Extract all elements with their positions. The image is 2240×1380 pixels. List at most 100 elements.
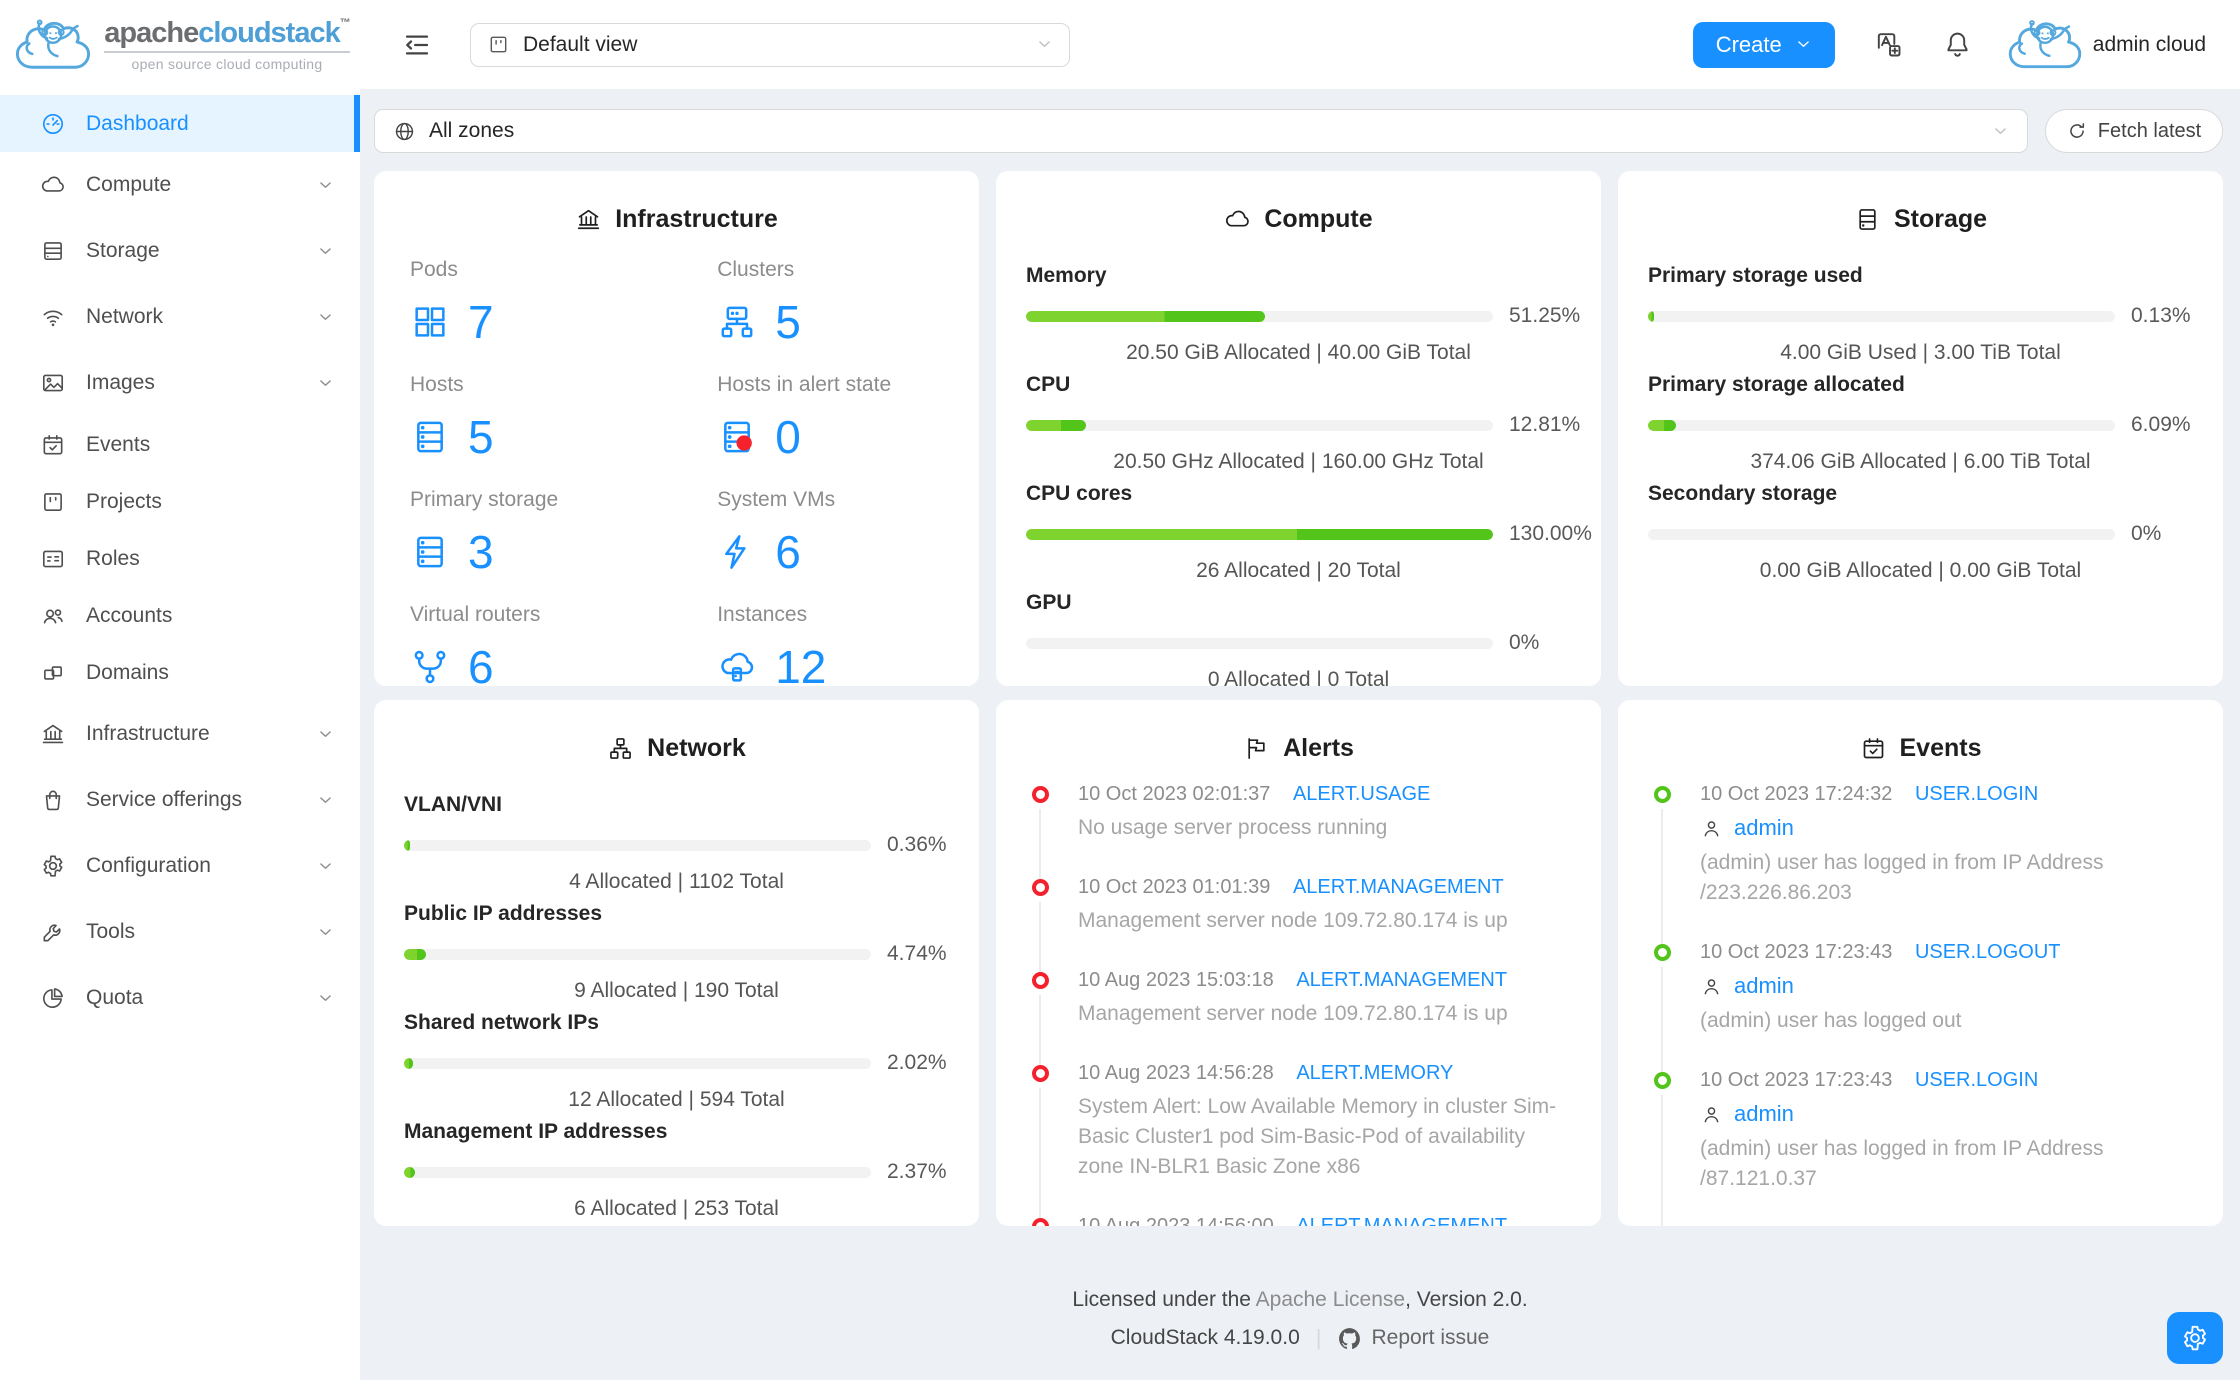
chevron-down-icon [317,858,334,875]
stat-system-vms: System VMs 6 [717,488,949,579]
sidebar-item-roles[interactable]: Roles [0,530,360,587]
metric-label: Primary storage allocated [1648,373,1905,396]
sidebar-item-icon [40,603,66,629]
chevron-down-icon [1795,36,1812,53]
notifications-bell-icon[interactable] [1942,29,1973,60]
fetch-latest-button[interactable]: Fetch latest [2045,109,2223,153]
progress-fill [404,1057,414,1069]
sidebar-item-accounts[interactable]: Accounts [0,587,360,644]
progress-track [1026,528,1493,540]
timeline-dot [1654,786,1671,803]
infrastructure-stats: Pods 7 Clusters 5 Hosts 5 Hosts in alert… [404,254,949,686]
cloudstack-logo[interactable]: apachecloudstack™ open source cloud comp… [0,0,360,89]
progress-track [1648,528,2115,540]
alert-time: 10 Aug 2023 15:03:18 [1078,969,1274,991]
event-time: 10 Oct 2023 17:23:43 [1700,1069,1893,1091]
sidebar-item-infrastructure[interactable]: Infrastructure [0,701,360,767]
sidebar-item-label: Tools [86,920,136,943]
zone-select[interactable]: All zones [374,109,2028,153]
metric-label: Secondary storage [1648,482,1838,505]
alert-time: 10 Aug 2023 14:56:28 [1078,1062,1274,1084]
sidebar-item-icon [40,489,66,515]
divider: | [1315,1325,1322,1350]
license-prefix: Licensed under the [1072,1288,1256,1311]
card-title-text: Compute [1264,205,1373,233]
progress-percent: 0.36% [887,833,947,856]
apache-license-link[interactable]: Apache License [1256,1288,1405,1311]
alert-type-link[interactable]: ALERT.MANAGEMENT [1293,876,1504,898]
sidebar-item-projects[interactable]: Projects [0,473,360,530]
stat-value-row[interactable]: 0 [717,410,949,464]
event-user-link[interactable]: admin [1734,973,1794,999]
stat-value-row[interactable]: 12 [717,640,949,686]
sidebar-item-storage[interactable]: Storage [0,218,360,284]
sidebar-item-configuration[interactable]: Configuration [0,833,360,899]
alert-type-link[interactable]: ALERT.MEMORY [1296,1062,1453,1084]
stat-value-row[interactable]: 3 [410,525,717,579]
stat-icon [717,302,757,342]
sidebar-item-events[interactable]: Events [0,416,360,473]
event-type-link[interactable]: USER.LOGOUT [1915,941,2061,963]
metric-shared-network-ips: Shared network IPs 2.02% 12 Allocated | … [404,1011,949,1112]
chevron-down-icon [317,726,334,743]
sidebar-item-quota[interactable]: Quota [0,965,360,1031]
top-bar: Default view Create admin cloud [360,0,2240,89]
translate-icon[interactable] [1873,29,1904,60]
stat-value-row[interactable]: 5 [717,295,949,349]
alert-item: 10 Aug 2023 14:56:00 ALERT.MANAGEMENT [1032,1215,1571,1226]
event-type-link[interactable]: USER.LOGIN [1915,783,2038,805]
sidebar-item-domains[interactable]: Domains [0,644,360,701]
progress-percent: 0% [1509,631,1540,654]
progress-percent: 6.09% [2131,413,2191,436]
stat-value-row[interactable]: 6 [717,525,949,579]
event-user-link[interactable]: admin [1734,1101,1794,1127]
timeline-dot [1032,1065,1049,1082]
sidebar-item-label: Service offerings [86,788,243,811]
wordmark-apache: apache [104,17,199,49]
card-title-text: Events [1899,734,1982,762]
metric-label: GPU [1026,591,1072,614]
storage-card-title: Storage [1648,205,2193,234]
sidebar-item-label: Projects [86,489,162,513]
event-user-link[interactable]: admin [1734,815,1794,841]
settings-fab[interactable] [2167,1312,2223,1364]
alert-type-link[interactable]: ALERT.MANAGEMENT [1296,1215,1507,1226]
stat-value-row[interactable]: 5 [410,410,717,464]
sidebar-item-dashboard[interactable]: Dashboard [0,95,360,152]
network-card: Network VLAN/VNI 0.36% 4 Allocated | 110… [374,700,979,1226]
metric-vlan-vni: VLAN/VNI 0.36% 4 Allocated | 1102 Total [404,793,949,894]
fetch-latest-label: Fetch latest [2097,119,2202,142]
license-line: Licensed under the Apache License, Versi… [360,1288,2240,1312]
menu-fold-icon[interactable] [402,30,432,60]
alert-type-link[interactable]: ALERT.MANAGEMENT [1296,969,1507,991]
progress-percent: 4.74% [887,942,947,965]
create-button[interactable]: Create [1692,21,1835,68]
progress-percent: 0.13% [2131,304,2191,327]
zone-bar: All zones Fetch latest [374,109,2223,153]
sidebar-item-tools[interactable]: Tools [0,899,360,965]
stat-value: 5 [775,296,801,348]
user-name[interactable]: admin cloud [2093,33,2206,57]
flag-icon [1243,735,1270,762]
user-avatar[interactable] [2003,14,2087,76]
event-type-link[interactable]: USER.LOGIN [1915,1069,2038,1091]
sidebar-item-network[interactable]: Network [0,284,360,350]
view-select-value: Default view [523,32,638,56]
stat-value-row[interactable]: 6 [410,640,717,686]
person-icon [1700,975,1723,998]
alert-message: Management server node 109.72.80.174 is … [1078,909,1508,932]
sidebar-item-images[interactable]: Images [0,350,360,416]
progress-percent: 51.25% [1509,304,1581,327]
sidebar-item-compute[interactable]: Compute [0,152,360,218]
progress-fill [1026,310,1266,322]
alert-message: System Alert: Low Available Memory in cl… [1078,1095,1557,1178]
view-select[interactable]: Default view [470,22,1070,67]
sidebar-item-service-offerings[interactable]: Service offerings [0,767,360,833]
gear-icon [2180,1323,2210,1353]
alert-type-link[interactable]: ALERT.USAGE [1293,783,1430,805]
stat-value-row[interactable]: 7 [410,295,717,349]
alert-time: 10 Aug 2023 14:56:00 [1078,1215,1274,1226]
zone-select-value: All zones [429,119,515,142]
report-issue-link[interactable]: Report issue [1371,1326,1489,1350]
metric-label: Shared network IPs [404,1011,599,1034]
